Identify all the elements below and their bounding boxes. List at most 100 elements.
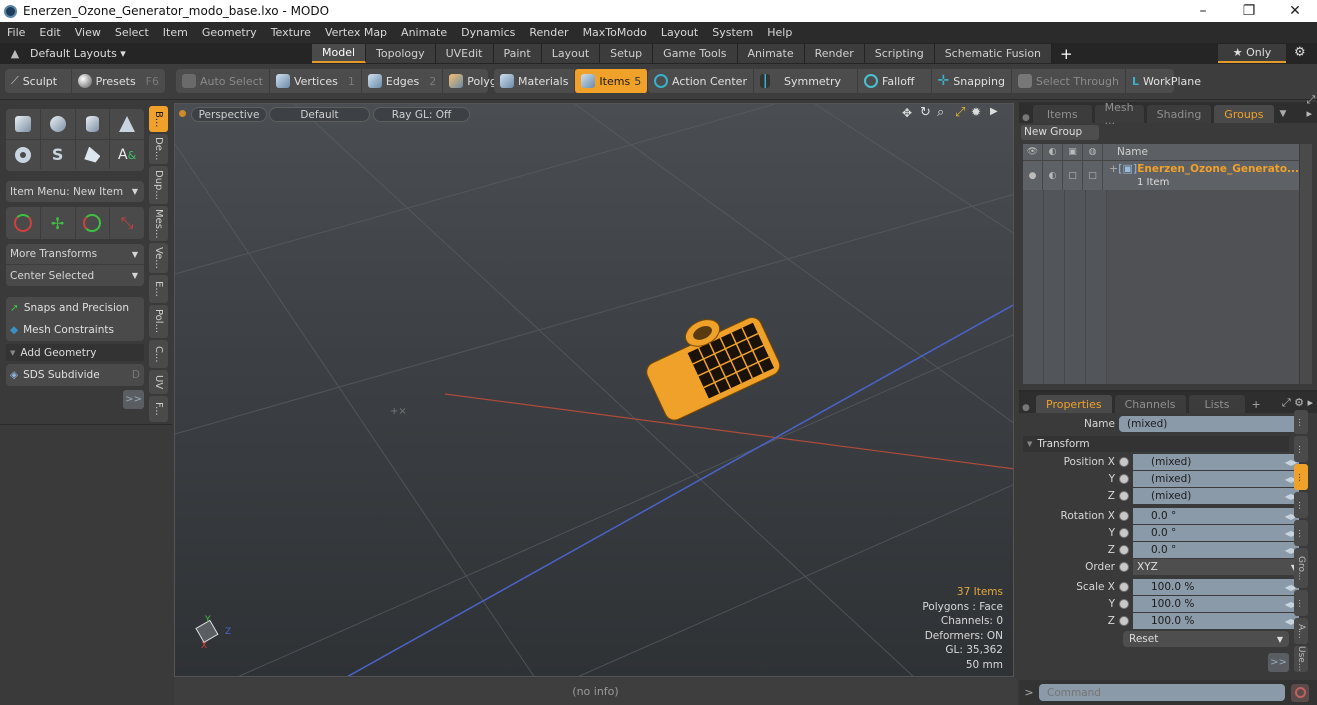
property-value-field[interactable]: 0.0 ° ◀▶: [1133, 525, 1299, 541]
expand-icon[interactable]: +: [1109, 162, 1118, 175]
item-menu-dropdown[interactable]: Item Menu: New Item ▼: [6, 181, 144, 202]
maximize-button[interactable]: ❐: [1226, 0, 1272, 22]
reset-dropdown[interactable]: Reset ▼: [1123, 631, 1289, 647]
property-value-field[interactable]: 100.0 % ◀▶: [1133, 613, 1299, 629]
property-value-field[interactable]: 100.0 % ◀▶: [1133, 596, 1299, 612]
keyframe-dot-icon[interactable]: [1119, 457, 1129, 467]
menu-layout[interactable]: Layout: [654, 26, 705, 39]
property-value-field[interactable]: XYZ▼: [1133, 559, 1299, 575]
tab-mesh[interactable]: Mesh ...: [1094, 101, 1144, 127]
raygl-toggle[interactable]: Ray GL: Off: [373, 107, 470, 122]
menu-edit[interactable]: Edit: [32, 26, 67, 39]
right-vtab[interactable]: ...: [1294, 464, 1308, 490]
property-value-field[interactable]: (mixed) ◀▶: [1133, 488, 1299, 504]
tab-topology[interactable]: Topology: [366, 44, 436, 63]
command-input[interactable]: [1039, 684, 1285, 701]
render-toggle-icon[interactable]: ◐: [1043, 161, 1063, 190]
right-vtab[interactable]: Gro...: [1294, 548, 1308, 588]
tab-scripting[interactable]: Scripting: [864, 44, 935, 63]
scale-tool[interactable]: ⤡: [110, 207, 144, 239]
tab-model[interactable]: Model: [312, 44, 367, 63]
pan-icon[interactable]: ✥: [902, 106, 912, 120]
select-toggle[interactable]: □: [1083, 161, 1103, 190]
vtab-fusion[interactable]: F...: [149, 396, 168, 422]
expand-more-button[interactable]: >>: [1268, 653, 1289, 672]
shading-dropdown[interactable]: Default: [269, 107, 370, 122]
keyframe-dot-icon[interactable]: [1119, 511, 1129, 521]
vtab-deform[interactable]: De...: [149, 134, 168, 164]
groups-scrollbar[interactable]: [1300, 144, 1312, 384]
render-col-icon[interactable]: ◐: [1043, 144, 1063, 160]
text-tool[interactable]: A&: [110, 140, 144, 169]
keyframe-dot-icon[interactable]: [1119, 474, 1129, 484]
add-layout-tab-button[interactable]: +: [1052, 45, 1081, 63]
keyframe-dot-icon[interactable]: [1119, 545, 1129, 555]
items-button[interactable]: Items 5: [575, 69, 649, 93]
new-group-button[interactable]: New Group: [1021, 125, 1099, 140]
menu-geometry[interactable]: Geometry: [195, 26, 264, 39]
viewport-menu-arrow-icon[interactable]: ▶: [990, 106, 998, 117]
lock-col-icon[interactable]: ▣: [1063, 144, 1083, 160]
menu-texture[interactable]: Texture: [264, 26, 318, 39]
vtab-curve[interactable]: C...: [149, 340, 168, 368]
record-button[interactable]: [1291, 683, 1309, 702]
visibility-toggle-icon[interactable]: ●: [1023, 161, 1043, 190]
fit-view-icon[interactable]: ⤢: [955, 105, 965, 120]
right-vtab[interactable]: ...: [1294, 436, 1308, 462]
tab-lists[interactable]: Lists: [1188, 395, 1246, 413]
pen-tool[interactable]: [76, 140, 111, 169]
visibility-col-icon[interactable]: 👁: [1023, 144, 1043, 160]
property-value-field[interactable]: (mixed) ◀▶: [1133, 454, 1299, 470]
sphere-tool[interactable]: [41, 109, 76, 139]
keyframe-dot-icon[interactable]: [1119, 582, 1129, 592]
menu-maxtomodo[interactable]: MaxToModo: [576, 26, 654, 39]
auto-select-button[interactable]: Auto Select: [176, 69, 270, 93]
transform-tool[interactable]: [6, 207, 41, 239]
right-vtab[interactable]: Use...: [1294, 646, 1308, 672]
menu-vertex-map[interactable]: Vertex Map: [318, 26, 394, 39]
select-col-icon[interactable]: ◍: [1083, 144, 1103, 160]
center-selected-dropdown[interactable]: Center Selected ▼: [6, 265, 144, 286]
tab-uvedit[interactable]: UVEdit: [435, 44, 494, 63]
maximize-panel-icon[interactable]: ⤢ ▸: [1306, 93, 1317, 123]
rotate-tool[interactable]: [76, 207, 111, 239]
sculpt-button[interactable]: ⟋ Sculpt: [5, 69, 72, 93]
vtab-duplicate[interactable]: Dup...: [149, 166, 168, 204]
vtab-mesh-edit[interactable]: Mes...: [149, 206, 168, 241]
property-value-field[interactable]: 0.0 ° ◀▶: [1133, 508, 1299, 524]
tab-layout[interactable]: Layout: [541, 44, 601, 63]
group-row[interactable]: ● ◐ □ □ +[▣]Enerzen_Ozone_Generato... 1 …: [1023, 160, 1299, 190]
add-geometry-section[interactable]: ▼ Add Geometry: [6, 344, 144, 361]
projection-dropdown[interactable]: Perspective: [191, 107, 267, 122]
cone-tool[interactable]: [110, 109, 144, 139]
spiral-tool[interactable]: S: [41, 140, 76, 169]
menu-view[interactable]: View: [68, 26, 108, 39]
right-vtab[interactable]: A...: [1294, 618, 1308, 644]
falloff-button[interactable]: Falloff: [858, 69, 932, 93]
tab-schematic-fusion[interactable]: Schematic Fusion: [934, 44, 1053, 63]
gear-icon[interactable]: ⚙: [1294, 45, 1306, 60]
layout-up-icon[interactable]: ▲: [0, 47, 30, 60]
viewport-settings-icon[interactable]: ✹: [971, 105, 981, 119]
name-field[interactable]: (mixed): [1119, 415, 1299, 432]
right-vtab[interactable]: ...: [1294, 492, 1308, 518]
property-value-field[interactable]: 100.0 % ◀▶: [1133, 579, 1299, 595]
only-toggle[interactable]: ★ Only: [1218, 44, 1286, 63]
tab-animate[interactable]: Animate: [737, 44, 805, 63]
action-center-button[interactable]: Action Center: [648, 69, 754, 93]
menu-system[interactable]: System: [705, 26, 760, 39]
menu-select[interactable]: Select: [108, 26, 156, 39]
lock-toggle[interactable]: □: [1063, 161, 1083, 190]
tab-render[interactable]: Render: [804, 44, 865, 63]
keyframe-dot-icon[interactable]: [1119, 599, 1129, 609]
close-button[interactable]: ✕: [1272, 0, 1317, 22]
minimize-button[interactable]: –: [1180, 0, 1226, 22]
rotate-view-icon[interactable]: ↻: [920, 105, 931, 120]
tabs-dropdown-icon[interactable]: ▼: [1274, 109, 1307, 123]
add-tab-button[interactable]: +: [1245, 398, 1266, 413]
property-value-field[interactable]: (mixed) ◀▶: [1133, 471, 1299, 487]
tab-groups[interactable]: Groups: [1214, 105, 1274, 123]
workplane-button[interactable]: L WorkPlane: [1126, 69, 1207, 93]
presets-button[interactable]: Presets F6: [72, 69, 165, 93]
right-vtab[interactable]: ...: [1294, 410, 1308, 434]
